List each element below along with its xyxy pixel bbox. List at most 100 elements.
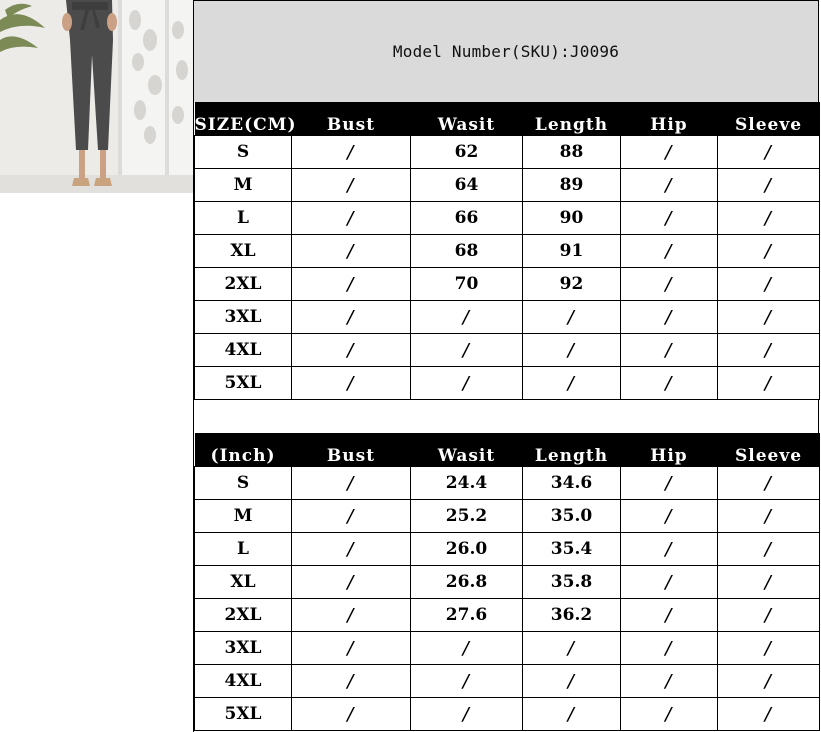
cell-bust: / <box>291 333 411 367</box>
cell-size: 5XL <box>194 697 292 731</box>
cell-hip: / <box>620 168 718 202</box>
cell-sleeve: / <box>717 366 820 400</box>
cell-length: 35.0 <box>522 499 621 533</box>
cell-sleeve: / <box>717 664 820 698</box>
header-size: (Inch) <box>194 433 292 467</box>
cell-bust: / <box>291 300 411 334</box>
model-pants-photo <box>0 0 193 193</box>
cell-sleeve: / <box>717 333 820 367</box>
cell-size: M <box>194 499 292 533</box>
cell-sleeve: / <box>717 300 820 334</box>
cell-hip: / <box>620 499 718 533</box>
cell-hip: / <box>620 697 718 731</box>
product-photo <box>0 0 193 193</box>
cell-sleeve: / <box>717 598 820 632</box>
cell-bust: / <box>291 366 411 400</box>
table-row: XL / 26.8 35.8 / / <box>194 565 820 599</box>
cell-size: S <box>194 466 292 500</box>
cell-length: 36.2 <box>522 598 621 632</box>
cell-size: L <box>194 532 292 566</box>
cell-length: / <box>522 366 621 400</box>
cell-waist: 24.4 <box>410 466 523 500</box>
cell-waist: 64 <box>410 168 523 202</box>
table-row: 4XL / / / / / <box>194 333 820 367</box>
cell-bust: / <box>291 598 411 632</box>
cell-sleeve: / <box>717 631 820 665</box>
cell-hip: / <box>620 664 718 698</box>
cell-length: 35.4 <box>522 532 621 566</box>
cell-hip: / <box>620 333 718 367</box>
cell-waist: / <box>410 366 523 400</box>
cell-size: XL <box>194 565 292 599</box>
model-number-title: Model Number(SKU):J0096 <box>392 42 620 61</box>
table-row: L / 66 90 / / <box>194 201 820 235</box>
cell-hip: / <box>620 532 718 566</box>
header-bust: Bust <box>291 433 411 467</box>
cell-size: 3XL <box>194 631 292 665</box>
cell-waist: / <box>410 333 523 367</box>
table-row: 2XL / 27.6 36.2 / / <box>194 598 820 632</box>
cell-bust: / <box>291 532 411 566</box>
cell-bust: / <box>291 201 411 235</box>
cell-sleeve: / <box>717 267 820 301</box>
cell-bust: / <box>291 631 411 665</box>
cell-length: / <box>522 697 621 731</box>
header-size: SIZE(CM) <box>194 102 296 136</box>
cell-bust: / <box>291 697 411 731</box>
cell-waist: 70 <box>410 267 523 301</box>
table-row: M / 25.2 35.0 / / <box>194 499 820 533</box>
cell-sleeve: / <box>717 135 820 169</box>
cell-bust: / <box>291 565 411 599</box>
cell-length: 88 <box>522 135 621 169</box>
table-row: 3XL / / / / / <box>194 300 820 334</box>
table-row: XL / 68 91 / / <box>194 234 820 268</box>
cell-hip: / <box>620 366 718 400</box>
cell-hip: / <box>620 631 718 665</box>
cell-length: 92 <box>522 267 621 301</box>
header-length: Length <box>522 433 621 467</box>
cell-hip: / <box>620 234 718 268</box>
header-row: (Inch) Bust Wasit Length Hip Sleeve <box>194 433 820 467</box>
table-row: L / 26.0 35.4 / / <box>194 532 820 566</box>
cell-hip: / <box>620 267 718 301</box>
header-sleeve: Sleeve <box>717 102 820 136</box>
cell-length: / <box>522 664 621 698</box>
cell-hip: / <box>620 300 718 334</box>
cell-waist: / <box>410 631 523 665</box>
header-hip: Hip <box>620 433 718 467</box>
size-chart-sheet: Model Number(SKU):J0096 SIZE(CM) Bust Wa… <box>193 0 820 732</box>
cell-bust: / <box>291 499 411 533</box>
table-row: S / 24.4 34.6 / / <box>194 466 820 500</box>
header-hip: Hip <box>620 102 718 136</box>
cell-length: 34.6 <box>522 466 621 500</box>
cell-length: 35.8 <box>522 565 621 599</box>
header-row: SIZE(CM) Bust Wasit Length Hip Sleeve <box>194 102 820 136</box>
cell-bust: / <box>291 466 411 500</box>
cell-hip: / <box>620 565 718 599</box>
cell-length: 89 <box>522 168 621 202</box>
cell-size: 2XL <box>194 267 292 301</box>
cell-sleeve: / <box>717 499 820 533</box>
cell-length: 91 <box>522 234 621 268</box>
header-sleeve: Sleeve <box>717 433 820 467</box>
cell-waist: / <box>410 300 523 334</box>
cell-waist: 68 <box>410 234 523 268</box>
cell-hip: / <box>620 466 718 500</box>
title-bar: Model Number(SKU):J0096 <box>194 0 819 102</box>
cell-waist: 27.6 <box>410 598 523 632</box>
cell-size: 4XL <box>194 333 292 367</box>
cell-size: L <box>194 201 292 235</box>
table-row: 3XL / / / / / <box>194 631 820 665</box>
table-row: S / 62 88 / / <box>194 135 820 169</box>
cell-bust: / <box>291 168 411 202</box>
cell-bust: / <box>291 267 411 301</box>
header-bust: Bust <box>291 102 411 136</box>
cell-waist: 26.8 <box>410 565 523 599</box>
cell-sleeve: / <box>717 565 820 599</box>
header-waist: Wasit <box>410 433 523 467</box>
size-table-cm: SIZE(CM) Bust Wasit Length Hip Sleeve S … <box>194 102 820 400</box>
cell-sleeve: / <box>717 201 820 235</box>
cell-length: 90 <box>522 201 621 235</box>
cell-size: S <box>194 135 292 169</box>
cell-size: 3XL <box>194 300 292 334</box>
